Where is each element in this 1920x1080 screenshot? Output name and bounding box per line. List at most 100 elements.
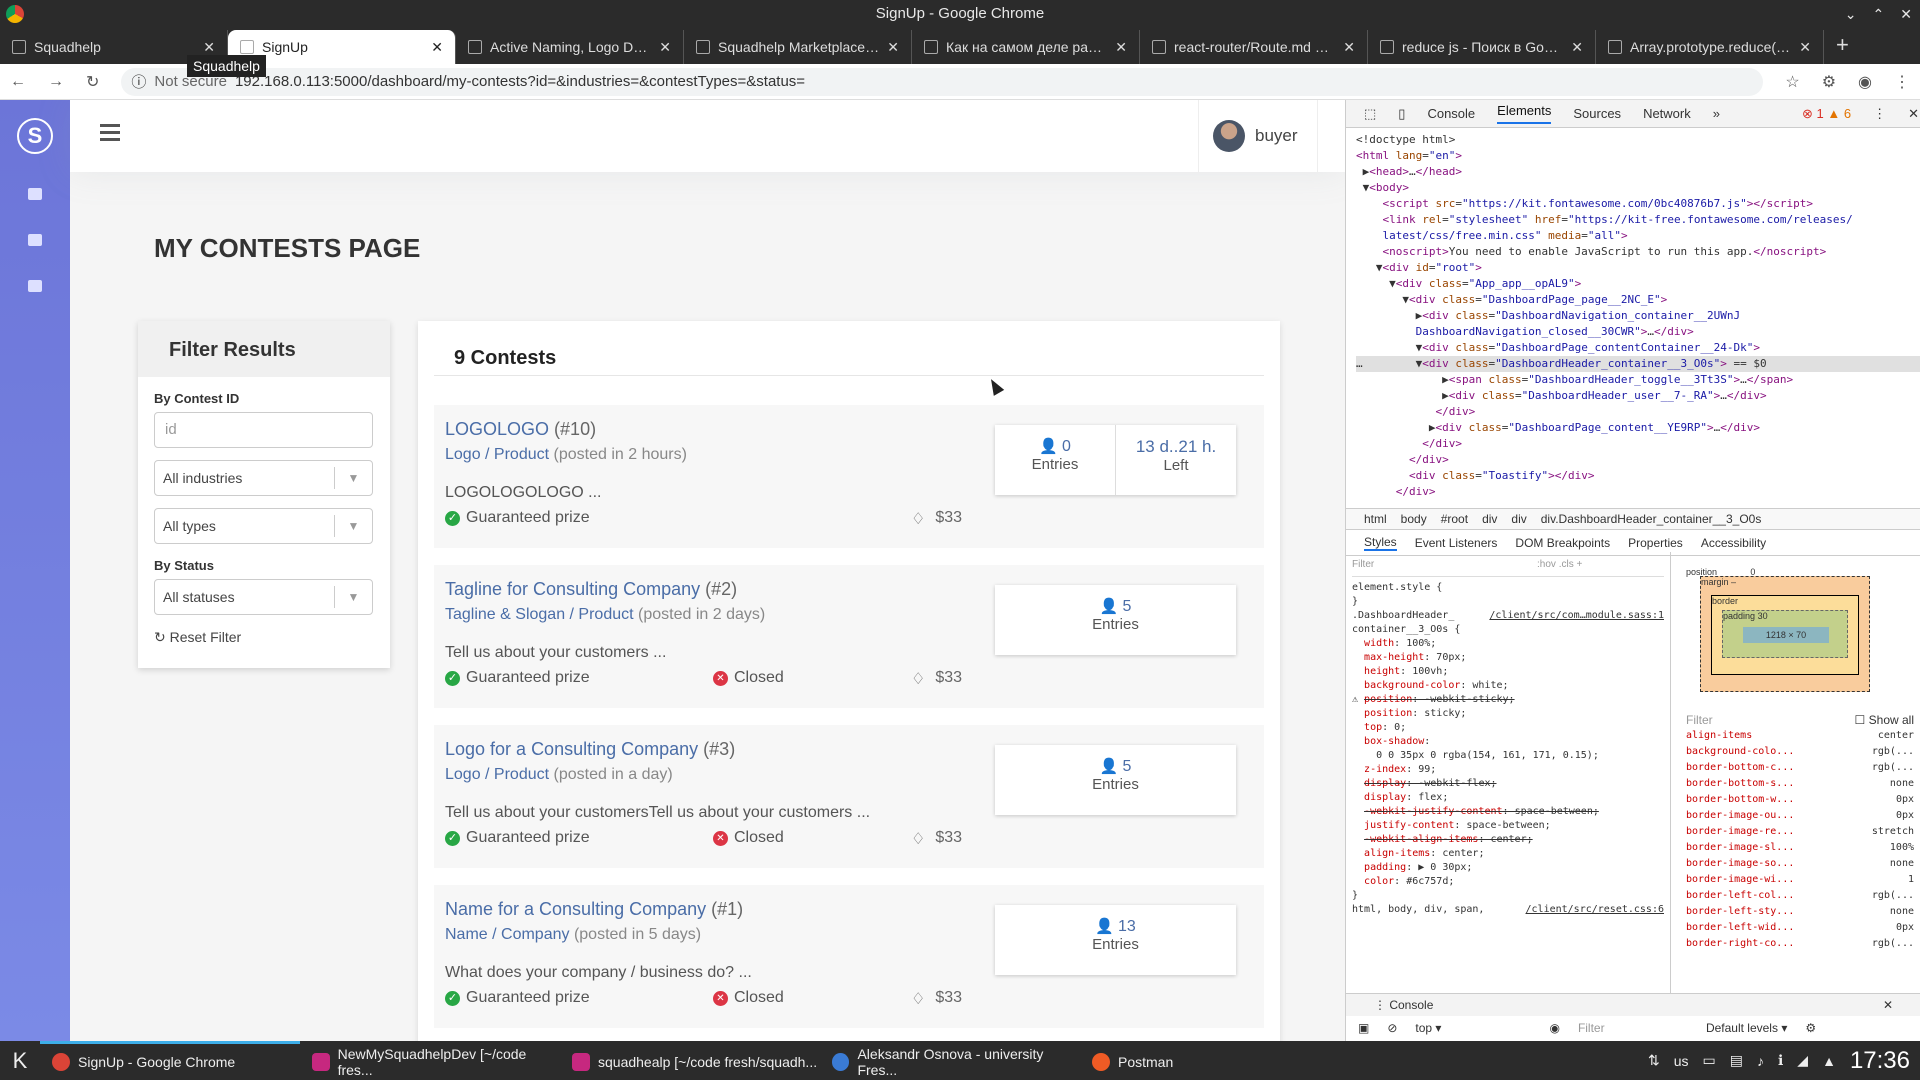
kde-menu-icon[interactable]: K [0, 1048, 40, 1074]
reload-icon[interactable]: ↻ [86, 72, 99, 92]
browser-tab[interactable]: reduce js - Поиск в Google ✕ [1368, 30, 1596, 64]
devtools-close-icon[interactable]: ✕ [1908, 106, 1919, 122]
console-settings-icon[interactable]: ⚙ [1805, 1021, 1816, 1035]
squadhelp-logo-icon[interactable]: S [17, 118, 53, 154]
sidebar-toggle-icon[interactable]: ▣ [1358, 1021, 1369, 1035]
back-icon[interactable]: ← [10, 73, 26, 91]
tab-accessibility[interactable]: Accessibility [1701, 536, 1766, 550]
taskbar-item-chrome[interactable]: SignUp - Google Chrome [40, 1041, 300, 1080]
eye-icon[interactable]: ◉ [1549, 1021, 1559, 1035]
keyboard-layout[interactable]: us [1674, 1053, 1689, 1069]
close-tab-icon[interactable]: ✕ [1115, 39, 1127, 56]
contest-title[interactable]: LOGOLOGO [445, 419, 549, 439]
extension-icon[interactable]: ⚙ [1822, 72, 1836, 92]
info-icon[interactable]: ⓘ [131, 71, 146, 92]
browser-tab[interactable]: react-router/Route.md at m ✕ [1140, 30, 1368, 64]
crumb[interactable]: html [1364, 512, 1387, 526]
tab-sources[interactable]: Sources [1573, 106, 1621, 121]
user-menu[interactable]: buyer [1198, 100, 1318, 172]
taskbar-item-postman[interactable]: Postman [1080, 1041, 1340, 1080]
close-tab-icon[interactable]: ✕ [1343, 39, 1355, 56]
address-bar[interactable]: ⓘ Not secure 192.168.0.113:5000/dashboar… [121, 67, 1764, 96]
industries-select[interactable]: All industries ▼ [154, 460, 373, 496]
forward-icon[interactable]: → [48, 73, 64, 91]
page-title: MY CONTESTS PAGE [154, 233, 421, 263]
device-toggle-icon[interactable]: ▯ [1398, 106, 1405, 122]
status-select[interactable]: All statuses ▼ [154, 579, 373, 615]
dashboard-nav-icon[interactable] [28, 188, 42, 200]
styles-filter-input[interactable]: Filter [1352, 559, 1374, 570]
devtools-menu-icon[interactable]: ⋮ [1873, 106, 1886, 122]
tab-console[interactable]: Console [1427, 106, 1475, 121]
tab-properties[interactable]: Properties [1628, 536, 1683, 550]
inspect-icon[interactable]: ⬚ [1364, 106, 1376, 122]
close-tab-icon[interactable]: ✕ [1571, 39, 1583, 56]
crumb[interactable]: body [1401, 512, 1427, 526]
types-select[interactable]: All types ▼ [154, 508, 373, 544]
add-rule-icon[interactable]: + [1576, 559, 1582, 570]
maximize-icon[interactable]: ⌃ [1873, 0, 1885, 28]
computed-filter-input[interactable]: Filter [1686, 713, 1713, 727]
browser-tab[interactable]: Active Naming, Logo Desig ✕ [456, 30, 684, 64]
tab-styles[interactable]: Styles [1364, 535, 1397, 551]
grid-nav-icon[interactable] [28, 234, 42, 246]
contest-id-input[interactable]: id [154, 412, 373, 448]
close-window-icon[interactable]: ✕ [1900, 0, 1912, 28]
contest-card[interactable]: Name for a Consulting Company (#1) Name … [434, 885, 1264, 1028]
contest-title[interactable]: Tagline for Consulting Company [445, 579, 700, 599]
clear-console-icon[interactable]: ⊘ [1387, 1021, 1397, 1035]
bookmark-star-icon[interactable]: ☆ [1785, 72, 1799, 92]
display-icon[interactable]: ▭ [1703, 1052, 1716, 1069]
contest-title[interactable]: Name for a Consulting Company [445, 899, 706, 919]
contest-title[interactable]: Logo for a Consulting Company [445, 739, 698, 759]
close-tab-icon[interactable]: ✕ [659, 39, 671, 56]
context-select[interactable]: top ▾ [1415, 1021, 1441, 1035]
tray-expand-icon[interactable]: ▲ [1822, 1053, 1836, 1069]
more-tabs-icon[interactable]: » [1713, 106, 1720, 121]
close-tab-icon[interactable]: ✕ [203, 39, 215, 56]
taskbar-item-messenger[interactable]: Aleksandr Osnova - university Fres... [820, 1041, 1080, 1080]
elements-tree[interactable]: <!doctype html> <html lang="en"> ▶<head>… [1346, 128, 1920, 508]
browser-tab[interactable]: Как на самом деле работа ✕ [912, 30, 1140, 64]
tab-dom-breakpoints[interactable]: DOM Breakpoints [1515, 536, 1610, 550]
browser-tab[interactable]: Squadhelp Marketplace Lis ✕ [684, 30, 912, 64]
hamburger-menu-icon[interactable] [100, 124, 120, 145]
contest-card[interactable]: Tagline for Consulting Company (#2) Tagl… [434, 565, 1264, 708]
browser-tab[interactable]: Array.prototype.reduce() - J ✕ [1596, 30, 1824, 64]
crumb-selected[interactable]: div.DashboardHeader_container__3_O0s [1541, 512, 1762, 526]
close-tab-icon[interactable]: ✕ [1799, 39, 1811, 56]
volume-icon[interactable]: ♪ [1757, 1053, 1764, 1069]
styles-pane[interactable]: Filter :hov .cls + element.style {} .Das… [1346, 552, 1671, 1002]
computed-styles[interactable]: Filter ☐ Show all align-items center bac… [1686, 712, 1914, 952]
taskbar-item-ide[interactable]: squadhealp [~/code fresh/squadh... [560, 1041, 820, 1080]
close-tab-icon[interactable]: ✕ [431, 39, 443, 56]
network-icon[interactable]: ⇅ [1648, 1052, 1660, 1069]
crumb[interactable]: div [1511, 512, 1526, 526]
close-tab-icon[interactable]: ✕ [887, 39, 899, 56]
tab-event-listeners[interactable]: Event Listeners [1415, 536, 1498, 550]
taskbar-item-ide[interactable]: NewMySquadhelpDev [~/code fres... [300, 1041, 560, 1080]
files-nav-icon[interactable] [28, 280, 42, 292]
notifications-icon[interactable]: ℹ [1778, 1052, 1783, 1069]
tab-elements[interactable]: Elements [1497, 103, 1552, 124]
levels-select[interactable]: Default levels ▾ [1706, 1021, 1787, 1035]
profile-icon[interactable]: ◉ [1858, 72, 1872, 92]
contest-card[interactable]: LOGOLOGO (#10) Logo / Product (posted in… [434, 405, 1264, 548]
tab-network[interactable]: Network [1643, 106, 1691, 121]
cls-toggle[interactable]: .cls [1559, 559, 1574, 570]
crumb[interactable]: #root [1441, 512, 1468, 526]
drawer-menu-icon[interactable]: ⋮ [1374, 998, 1389, 1012]
hov-toggle[interactable]: :hov [1537, 559, 1556, 570]
clipboard-icon[interactable]: ▤ [1730, 1052, 1743, 1069]
crumb[interactable]: div [1482, 512, 1497, 526]
console-filter-input[interactable]: Filter [1578, 1021, 1688, 1035]
clock[interactable]: 17:36 [1850, 1047, 1910, 1075]
wifi-icon[interactable]: ◢ [1797, 1052, 1808, 1069]
reset-filter-button[interactable]: ↻ Reset Filter [154, 629, 390, 646]
new-tab-button[interactable]: + [1824, 28, 1861, 64]
minimize-icon[interactable]: ⌄ [1845, 0, 1857, 28]
contest-card[interactable]: Logo for a Consulting Company (#3) Logo … [434, 725, 1264, 868]
show-all-checkbox[interactable]: ☐ Show all [1855, 712, 1914, 728]
menu-icon[interactable]: ⋮ [1894, 72, 1910, 92]
drawer-close-icon[interactable]: ✕ [1883, 998, 1893, 1012]
